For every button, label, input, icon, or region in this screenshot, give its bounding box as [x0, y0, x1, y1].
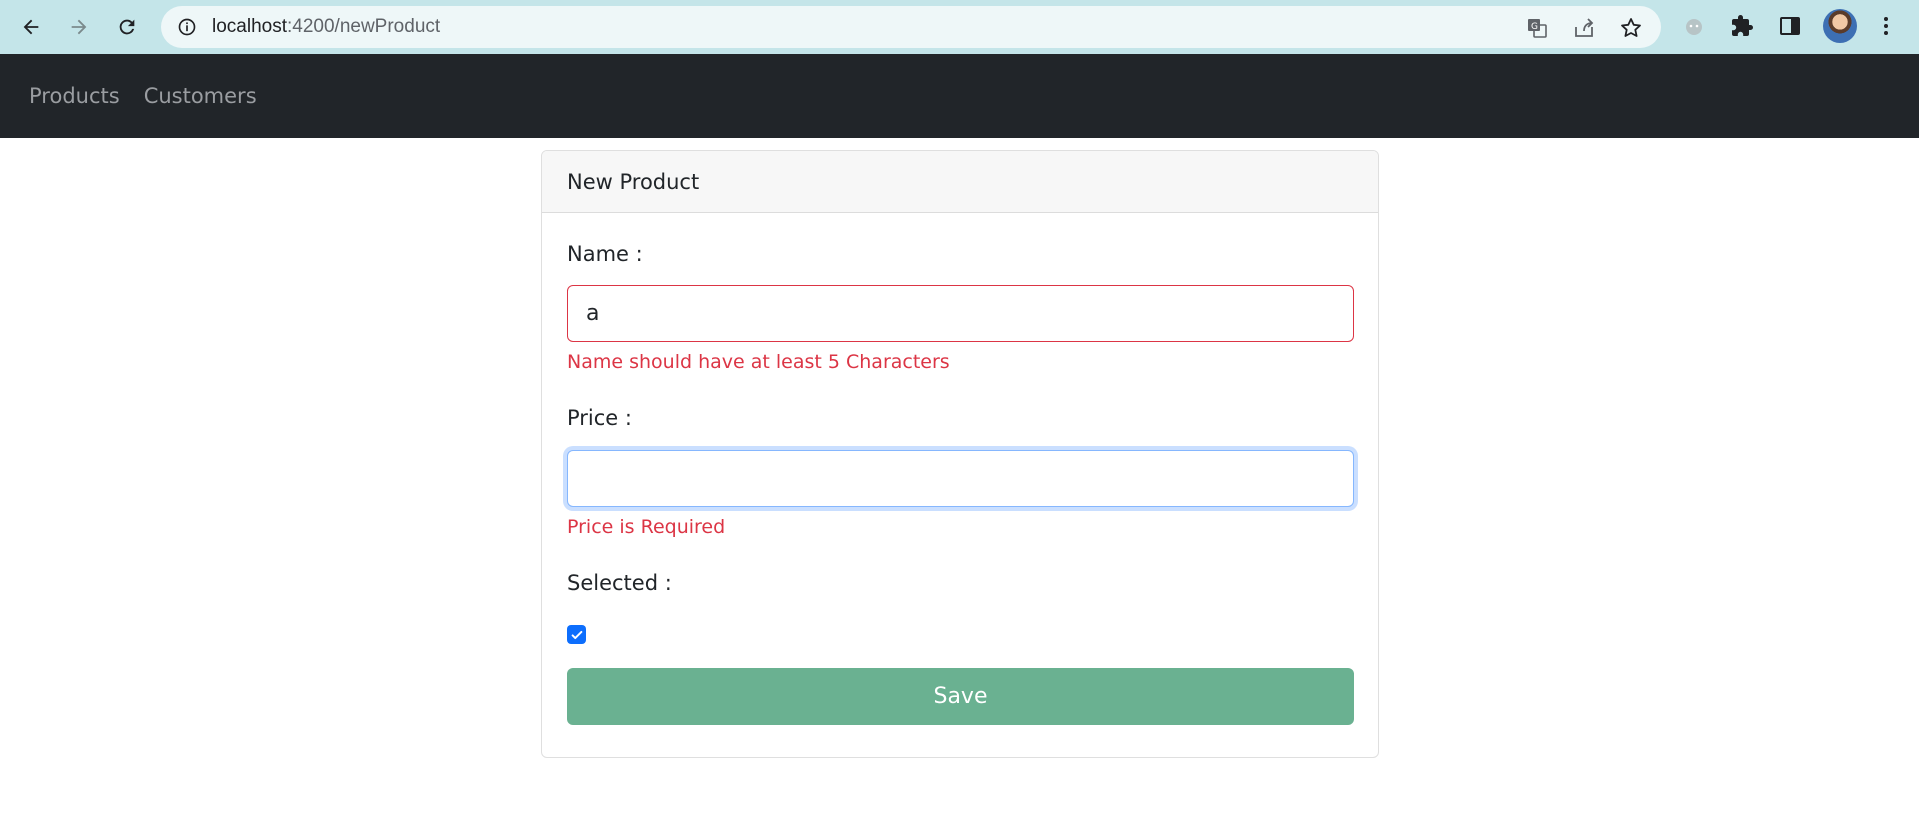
- forward-button[interactable]: [62, 10, 96, 44]
- price-input[interactable]: [567, 450, 1354, 507]
- extensions-puzzle-icon[interactable]: [1728, 12, 1756, 40]
- address-bar[interactable]: localhost:4200/newProduct G: [161, 6, 1661, 48]
- reload-icon: [119, 19, 135, 35]
- save-button[interactable]: Save: [567, 668, 1354, 725]
- star-icon[interactable]: [1619, 16, 1643, 40]
- app-navbar: Products Customers: [0, 54, 1919, 138]
- new-product-card: New Product Name : Name should have at l…: [541, 150, 1379, 758]
- checkmark-icon: [571, 630, 582, 639]
- arrow-right-icon: [71, 19, 87, 35]
- menu-kebab-icon[interactable]: [1872, 12, 1900, 40]
- back-button[interactable]: [14, 10, 48, 44]
- reload-button[interactable]: [110, 10, 144, 44]
- price-label: Price :: [567, 406, 632, 430]
- url-path: :4200/newProduct: [287, 16, 441, 37]
- translate-icon[interactable]: G: [1525, 16, 1549, 40]
- card-title: New Product: [542, 151, 1378, 213]
- url-host: localhost: [212, 16, 287, 37]
- name-label: Name :: [567, 242, 643, 266]
- selected-checkbox[interactable]: [567, 625, 586, 644]
- nav-link-products[interactable]: Products: [29, 84, 120, 108]
- svg-text:G: G: [1531, 22, 1538, 32]
- profile-avatar[interactable]: [1823, 9, 1857, 43]
- info-icon[interactable]: [177, 17, 197, 37]
- name-input[interactable]: [567, 285, 1354, 342]
- side-panel-icon[interactable]: [1776, 12, 1804, 40]
- price-error-message: Price is Required: [567, 516, 726, 538]
- arrow-left-icon: [23, 19, 39, 35]
- url-text[interactable]: localhost:4200/newProduct: [212, 17, 440, 37]
- extension-fox-icon[interactable]: [1680, 12, 1708, 40]
- nav-link-customers[interactable]: Customers: [144, 84, 257, 108]
- name-error-message: Name should have at least 5 Characters: [567, 351, 950, 373]
- browser-toolbar: localhost:4200/newProduct G: [0, 0, 1919, 54]
- share-icon[interactable]: [1572, 16, 1596, 40]
- selected-label: Selected :: [567, 571, 672, 595]
